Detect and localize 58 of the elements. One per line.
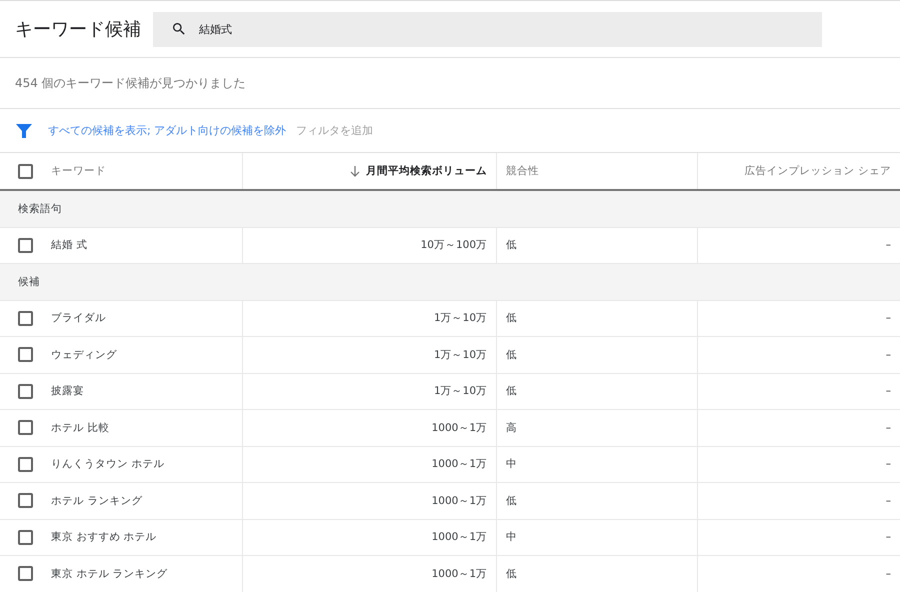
checkbox[interactable]: [18, 493, 33, 508]
share-cell: –: [886, 348, 891, 361]
keyword-cell: 東京 ホテル ランキング: [51, 566, 168, 581]
checkbox[interactable]: [18, 456, 33, 472]
checkbox[interactable]: [18, 164, 33, 178]
checkbox[interactable]: [18, 530, 33, 545]
keyword-cell: ウェディング: [51, 348, 117, 362]
checkbox[interactable]: [18, 420, 33, 436]
competition-cell: 低: [506, 384, 517, 398]
volume-cell: 1000～1万: [432, 566, 487, 581]
share-cell: –: [886, 494, 891, 507]
column-header[interactable]: 広告インプレッション シェア: [744, 164, 891, 178]
competition-cell: 低: [506, 566, 517, 581]
checkbox[interactable]: [18, 347, 33, 362]
keyword-cell: ホテル ランキング: [51, 494, 142, 508]
volume-cell: 10万～100万: [420, 238, 487, 252]
volume-cell: 1万～10万: [434, 348, 487, 362]
keyword-cell: ブライダル: [51, 311, 106, 326]
competition-cell: 中: [506, 530, 517, 544]
checkbox[interactable]: [18, 384, 33, 399]
column-header[interactable]: 月間平均検索ボリューム: [366, 164, 487, 178]
page-title: キーワード候補: [14, 18, 142, 41]
volume-cell: 1000～1万: [432, 457, 487, 472]
group-header: 検索語句: [0, 191, 900, 228]
filter-icon[interactable]: [16, 124, 32, 138]
add-filter-link[interactable]: フィルタを追加: [296, 123, 374, 138]
competition-cell: 低: [506, 238, 517, 252]
volume-cell: 1万～10万: [434, 384, 487, 398]
share-cell: –: [886, 531, 891, 544]
competition-cell: 中: [506, 457, 517, 472]
volume-cell: 1000～1万: [432, 530, 487, 544]
competition-cell: 低: [506, 494, 517, 508]
checkbox[interactable]: [18, 238, 33, 253]
search-field[interactable]: 結婚式: [153, 12, 822, 46]
volume-cell: 1000～1万: [432, 420, 487, 435]
competition-cell: 高: [506, 420, 517, 435]
competition-cell: 低: [506, 311, 517, 326]
keyword-cell: りんくうタウン ホテル: [51, 457, 164, 472]
volume-cell: 1000～1万: [432, 494, 487, 508]
column-header[interactable]: キーワード: [51, 164, 106, 178]
column-header[interactable]: 競合性: [506, 164, 539, 178]
volume-cell: 1万～10万: [434, 311, 487, 326]
keyword-cell: 東京 おすすめ ホテル: [51, 530, 157, 544]
share-cell: –: [886, 568, 891, 580]
result-count: 454 個のキーワード候補が見つかりました: [0, 58, 900, 109]
checkbox[interactable]: [18, 310, 33, 326]
keyword-cell: 披露宴: [51, 384, 84, 398]
share-cell: –: [886, 458, 891, 470]
filter-link[interactable]: すべての候補を表示; アダルト向けの候補を除外: [48, 123, 286, 138]
competition-cell: 低: [506, 348, 517, 362]
group-header: 候補: [0, 264, 900, 300]
share-cell: –: [886, 422, 891, 434]
share-cell: –: [886, 312, 891, 324]
share-cell: –: [886, 239, 891, 252]
keyword-cell: ホテル 比較: [51, 420, 110, 435]
keyword-cell: 結婚 式: [51, 238, 88, 252]
checkbox[interactable]: [18, 566, 33, 582]
share-cell: –: [886, 385, 891, 398]
